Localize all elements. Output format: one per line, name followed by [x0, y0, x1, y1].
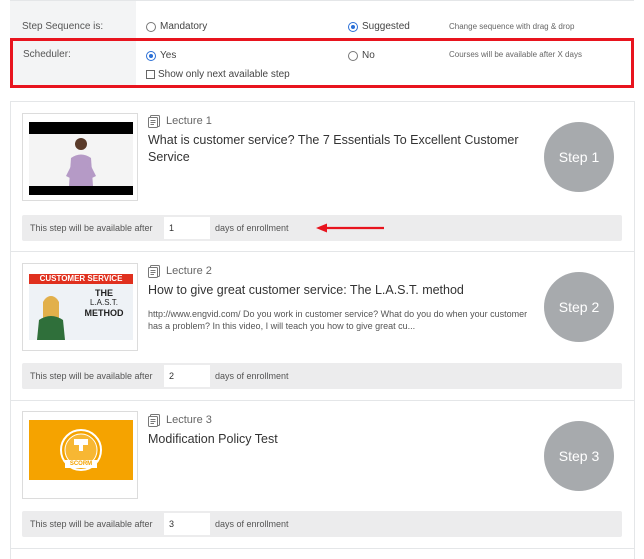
lecture-title[interactable]: Modification Policy Test: [148, 431, 528, 448]
sequence-hint: Change sequence with drag & drop: [449, 22, 575, 31]
scheduler-yes-radio[interactable]: Yes: [146, 50, 176, 61]
scorm-logo-text: SCORM: [65, 460, 97, 468]
thumbnail-banner-text: CUSTOMER SERVICE: [39, 274, 123, 283]
radio-circle-icon: [146, 21, 156, 32]
presenter-video-image: [23, 114, 137, 200]
step-item[interactable]: CUSTOMER SERVICE THE L.A.S.T. METHOD Lec…: [11, 252, 634, 401]
scheduler-no-radio[interactable]: No: [348, 50, 375, 61]
lecture-label: Lecture 3: [148, 413, 212, 427]
step-badge: Step 3: [544, 421, 614, 491]
availability-bar: This step will be available after days o…: [22, 511, 622, 537]
lecture-document-icon: [148, 265, 160, 278]
days-input[interactable]: [164, 513, 210, 535]
thumbnail-line-1: THE: [95, 288, 113, 298]
lecture-description: http://www.engvid.com/ Do you work in cu…: [148, 309, 528, 331]
scorm-package-thumbnail[interactable]: SCORM: [22, 411, 138, 499]
step-sequence-row: Step Sequence is: Mandatory Suggested Ch…: [0, 0, 644, 38]
lecture-document-icon: [148, 115, 160, 128]
days-input[interactable]: [164, 365, 210, 387]
checkbox-icon: [146, 70, 155, 79]
days-input[interactable]: [164, 217, 210, 239]
annotation-arrow-icon: [316, 223, 384, 233]
sequence-suggested-label: Suggested: [362, 21, 410, 32]
step-sequence-label: Step Sequence is:: [22, 21, 104, 32]
thumbnail-line-3: METHOD: [84, 308, 124, 318]
availability-prefix: This step will be available after: [30, 519, 153, 529]
availability-bar: This step will be available after days o…: [22, 363, 622, 389]
lecture-number: Lecture 3: [166, 414, 212, 426]
availability-suffix: days of enrollment: [215, 519, 289, 529]
step-badge: Step 1: [544, 122, 614, 192]
sequence-mandatory-label: Mandatory: [160, 21, 208, 32]
show-next-step-checkbox[interactable]: Show only next available step: [146, 69, 290, 80]
lecture-number: Lecture 1: [166, 115, 212, 127]
lecture-label: Lecture 1: [148, 114, 212, 128]
lecture-label: Lecture 2: [148, 264, 212, 278]
scheduler-no-label: No: [362, 50, 375, 61]
lecture-title[interactable]: How to give great customer service: The …: [148, 282, 528, 299]
radio-selected-icon: [146, 50, 156, 61]
availability-suffix: days of enrollment: [215, 223, 289, 233]
scheduler-yes-label: Yes: [160, 50, 177, 61]
lecture-document-icon: [148, 414, 160, 427]
step-sequence-label-cell: Step Sequence is:: [10, 0, 136, 38]
scorm-logo-image: [23, 412, 137, 498]
scheduler-row: Scheduler: Yes No Courses will be availa…: [10, 38, 634, 88]
lecture-title[interactable]: What is customer service? The 7 Essentia…: [148, 132, 528, 166]
scheduler-label-cell: Scheduler:: [13, 41, 136, 85]
sequence-mandatory-radio[interactable]: Mandatory: [146, 21, 207, 32]
customer-service-video-thumbnail[interactable]: CUSTOMER SERVICE THE L.A.S.T. METHOD: [22, 263, 138, 351]
availability-prefix: This step will be available after: [30, 223, 153, 233]
radio-selected-icon: [348, 21, 358, 32]
availability-prefix: This step will be available after: [30, 371, 153, 381]
step-badge: Step 2: [544, 272, 614, 342]
lecture-number: Lecture 2: [166, 265, 212, 277]
video-presenter-thumbnail[interactable]: [22, 113, 138, 201]
scheduler-hint: Courses will be available after X days: [449, 50, 582, 59]
step-sequence-options: [136, 0, 634, 38]
availability-suffix: days of enrollment: [215, 371, 289, 381]
thumbnail-line-2: L.A.S.T.: [89, 298, 118, 307]
steps-list: Lecture 1 What is customer service? The …: [10, 101, 635, 559]
sequence-suggested-radio[interactable]: Suggested: [348, 21, 410, 32]
scheduler-label: Scheduler:: [23, 49, 71, 60]
show-next-step-label: Show only next available step: [158, 69, 290, 80]
step-item[interactable]: SCORM Lecture 3 Modification Policy Test…: [11, 401, 634, 549]
radio-circle-icon: [348, 50, 358, 61]
